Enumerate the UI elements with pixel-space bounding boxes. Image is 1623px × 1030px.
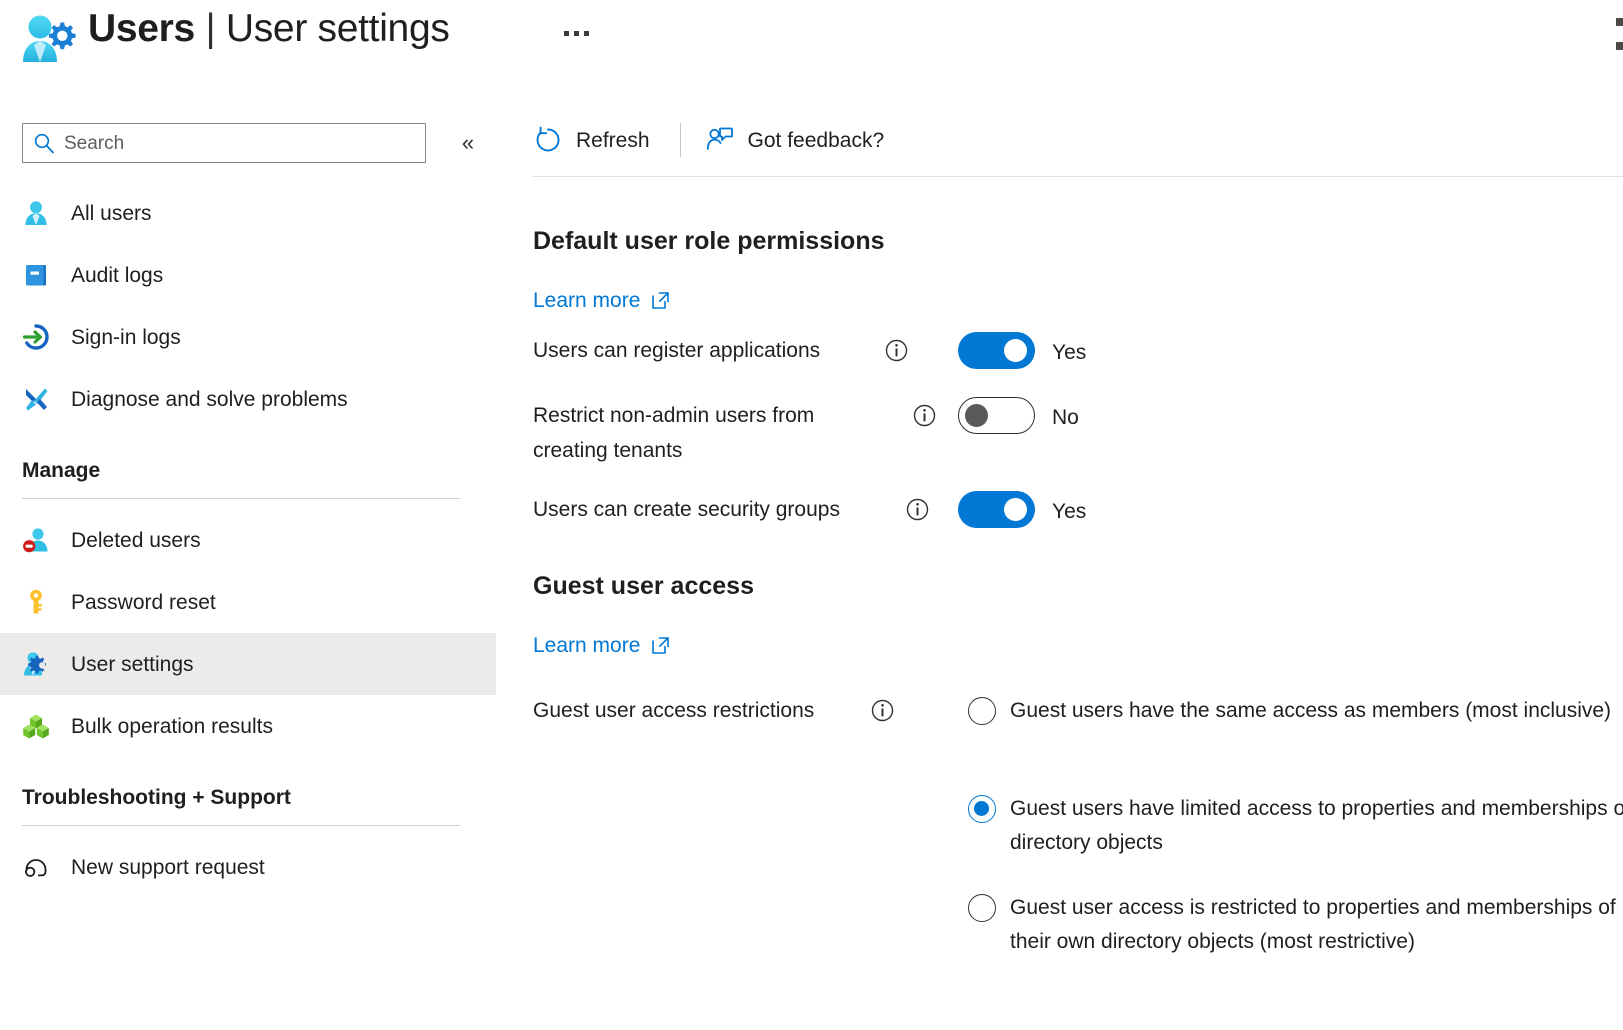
- radio-circle: [968, 697, 996, 725]
- wrench-screwdriver-icon: [21, 384, 51, 414]
- radio-guest-restricted-access[interactable]: Guest user access is restricted to prope…: [968, 891, 1623, 959]
- chevron-double-left-icon[interactable]: «: [452, 127, 484, 159]
- info-icon[interactable]: [871, 699, 894, 722]
- search-icon: [33, 132, 55, 154]
- refresh-icon: [533, 125, 563, 155]
- got-feedback-button[interactable]: Got feedback?: [705, 117, 885, 163]
- page-title-main: Users: [88, 7, 195, 50]
- sidebar-group-manage: Manage: [22, 460, 460, 499]
- key-icon: [21, 587, 51, 617]
- clipped-edge-control[interactable]: [1616, 42, 1623, 50]
- refresh-label: Refresh: [576, 128, 650, 152]
- sidebar-item-all-users[interactable]: All users: [0, 182, 496, 244]
- sidebar-item-label: Diagnose and solve problems: [71, 387, 348, 411]
- sidebar-item-user-settings[interactable]: User settings: [0, 633, 496, 695]
- learn-more-label: Learn more: [533, 289, 641, 312]
- ellipsis-dot: [573, 30, 579, 36]
- page-title-sub: User settings: [225, 7, 450, 50]
- user-icon: [21, 198, 51, 228]
- search-placeholder-text: Search: [64, 132, 125, 154]
- ellipsis-dot: [583, 30, 589, 36]
- sidebar-item-deleted-users[interactable]: Deleted users: [0, 509, 496, 571]
- sign-in-arrow-icon: [21, 322, 51, 352]
- person-comment-icon: [705, 125, 735, 155]
- toggle-value-users-can-create-security-groups: Yes: [1052, 500, 1087, 523]
- page-header: Users | User settings: [0, 0, 1623, 92]
- external-link-icon: [651, 291, 670, 310]
- info-icon[interactable]: [913, 404, 936, 427]
- command-toolbar: Refresh Got feedback?: [533, 114, 884, 166]
- sidebar-item-audit-logs[interactable]: Audit logs: [0, 244, 496, 306]
- sidebar-item-label: Password reset: [71, 590, 216, 614]
- sidebar-item-label: Bulk operation results: [71, 714, 273, 738]
- search-input[interactable]: Search: [22, 123, 426, 163]
- setting-label-users-can-create-security-groups: Users can create security groups: [533, 498, 840, 521]
- clipped-edge-control[interactable]: [1616, 18, 1623, 26]
- sidebar-item-new-support-request[interactable]: New support request: [0, 836, 496, 898]
- users-settings-icon: [16, 10, 76, 68]
- radio-guest-limited-access[interactable]: Guest users have limited access to prope…: [968, 792, 1623, 860]
- toggle-value-users-can-register-applications: Yes: [1052, 341, 1087, 364]
- learn-more-permissions-link[interactable]: Learn more: [533, 290, 670, 311]
- toolbar-divider: [679, 123, 681, 157]
- divider: [22, 498, 460, 499]
- external-link-icon: [651, 636, 670, 655]
- sidebar-search-row: Search «: [22, 123, 482, 163]
- book-icon: [21, 260, 51, 290]
- sidebar-item-sign-in-logs[interactable]: Sign-in logs: [0, 306, 496, 368]
- radio-label: Guest users have the same access as memb…: [1010, 699, 1612, 722]
- sidebar-item-label: Sign-in logs: [71, 325, 181, 349]
- toggle-users-can-register-applications[interactable]: [958, 332, 1035, 369]
- sidebar-item-bulk-operation-results[interactable]: Bulk operation results: [0, 695, 496, 757]
- learn-more-guest-link[interactable]: Learn more: [533, 635, 670, 656]
- setting-label-restrict-non-admin-users-from-creating-tenants: Restrict non-admin users from creating t…: [533, 404, 815, 462]
- sidebar-item-label: User settings: [71, 652, 194, 676]
- sidebar-item-label: Deleted users: [71, 528, 201, 552]
- page-title: Users | User settings: [88, 1, 450, 57]
- user-blocked-icon: [21, 525, 51, 555]
- sidebar: Search « All users Audit logs Sign-in lo…: [0, 92, 496, 1030]
- ellipsis-dot: [563, 30, 569, 36]
- info-icon[interactable]: [906, 498, 929, 521]
- radio-circle: [968, 894, 996, 922]
- toggle-thumb: [1004, 498, 1027, 521]
- sidebar-item-diagnose-and-solve-problems[interactable]: Diagnose and solve problems: [0, 368, 496, 430]
- radio-label: Guest user access is restricted to prope…: [1010, 896, 1616, 953]
- sidebar-item-label: New support request: [71, 855, 265, 879]
- divider: [22, 825, 460, 826]
- info-icon[interactable]: [885, 339, 908, 362]
- sidebar-group-title: Manage: [22, 459, 101, 482]
- toggle-restrict-non-admin-users-from-creating-tenants[interactable]: [958, 397, 1035, 434]
- sidebar-group-title: Troubleshooting + Support: [22, 786, 291, 809]
- radio-guest-same-access[interactable]: Guest users have the same access as memb…: [968, 694, 1623, 728]
- sidebar-item-password-reset[interactable]: Password reset: [0, 571, 496, 633]
- radio-label: Guest users have limited access to prope…: [1010, 797, 1623, 854]
- cubes-icon: [21, 711, 51, 741]
- got-feedback-label: Got feedback?: [747, 128, 885, 152]
- setting-label-users-can-register-applications: Users can register applications: [533, 339, 821, 362]
- support-headset-icon: [21, 852, 51, 882]
- toolbar-divider-line: [533, 176, 1623, 177]
- toggle-value-restrict-non-admin-users-from-creating-tenants: No: [1052, 406, 1079, 429]
- header-overflow-menu-button[interactable]: [556, 16, 596, 50]
- toggle-users-can-create-security-groups[interactable]: [958, 491, 1035, 528]
- sidebar-item-label: All users: [71, 201, 152, 225]
- sidebar-group-troubleshooting-support: Troubleshooting + Support: [22, 787, 460, 826]
- default-user-role-permissions-heading: Default user role permissions: [533, 227, 885, 255]
- learn-more-label: Learn more: [533, 634, 641, 657]
- guest-user-access-heading: Guest user access: [533, 572, 754, 600]
- toggle-thumb: [965, 404, 988, 427]
- page-title-separator: |: [205, 7, 216, 50]
- user-settings-icon: [21, 649, 51, 679]
- toggle-thumb: [1004, 339, 1027, 362]
- refresh-button[interactable]: Refresh: [533, 117, 650, 163]
- radio-circle: [968, 795, 996, 823]
- main-content: Refresh Got feedback? Default user role …: [496, 92, 1623, 1030]
- user-settings-page: Users | User settings Search « All users…: [0, 0, 1623, 1030]
- sidebar-item-label: Audit logs: [71, 263, 164, 287]
